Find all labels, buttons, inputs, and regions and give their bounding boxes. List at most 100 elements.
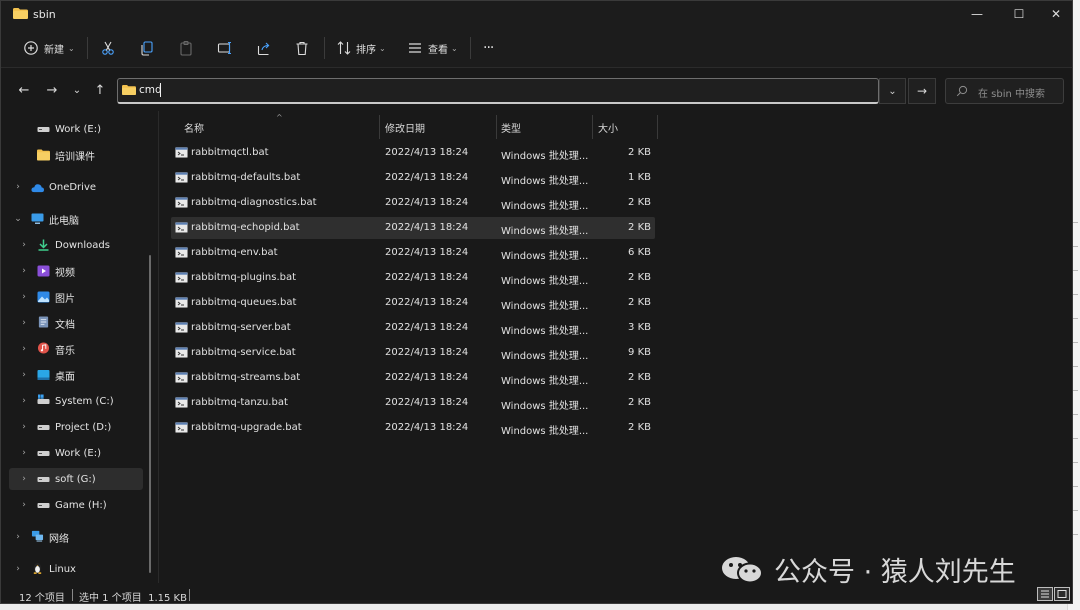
file-date: 2022/4/13 18:24 bbox=[385, 297, 469, 308]
file-type: Windows 批处理... bbox=[501, 251, 589, 262]
file-name: rabbitmq-diagnostics.bat bbox=[191, 197, 317, 208]
sidebar-item-documents[interactable]: › 文档 bbox=[9, 312, 143, 334]
file-name: rabbitmq-upgrade.bat bbox=[191, 422, 302, 433]
sidebar-item-this-pc[interactable]: ⌄ 此电脑 bbox=[9, 208, 143, 230]
sidebar-item-work-e-quick[interactable]: Work (E:) bbox=[9, 118, 143, 140]
sidebar-item-label: Work (E:) bbox=[55, 123, 101, 135]
sidebar-item-pictures[interactable]: › 图片 bbox=[9, 286, 143, 308]
chevron-right-icon[interactable]: › bbox=[19, 292, 29, 302]
column-divider[interactable] bbox=[657, 115, 658, 139]
minimize-button[interactable]: — bbox=[959, 1, 995, 27]
file-row[interactable]: rabbitmq-service.bat 2022/4/13 18:24 Windo… bbox=[171, 342, 655, 364]
view-button[interactable]: 查看 ⌄ bbox=[407, 35, 458, 61]
file-row[interactable]: rabbitmq-tanzu.bat 2022/4/13 18:24 Windows… bbox=[171, 392, 655, 414]
column-divider[interactable] bbox=[592, 115, 593, 139]
new-button[interactable]: 新建 ⌄ bbox=[23, 35, 75, 61]
chevron-right-icon[interactable]: › bbox=[19, 500, 29, 510]
up-button[interactable]: ↑ bbox=[91, 81, 109, 99]
sidebar-item-project-d[interactable]: › Project (D:) bbox=[9, 416, 143, 438]
cut-button[interactable] bbox=[100, 35, 116, 61]
column-header-type[interactable]: 类型 bbox=[501, 117, 521, 137]
file-row[interactable]: rabbitmq-streams.bat 2022/4/13 18:24 Windo… bbox=[171, 367, 655, 389]
share-button[interactable] bbox=[256, 35, 272, 61]
file-date: 2022/4/13 18:24 bbox=[385, 372, 469, 383]
sidebar-item-training-folder[interactable]: 培训课件 bbox=[9, 144, 143, 166]
chevron-right-icon[interactable]: › bbox=[19, 396, 29, 406]
details-view-button[interactable] bbox=[1037, 587, 1053, 601]
sidebar-item-network[interactable]: › 网络 bbox=[9, 526, 143, 548]
file-type: Windows 批处理... bbox=[501, 201, 589, 212]
delete-button[interactable] bbox=[294, 35, 310, 61]
chevron-right-icon[interactable]: › bbox=[19, 344, 29, 354]
sidebar-item-soft-g[interactable]: › soft (G:) bbox=[9, 468, 143, 490]
address-bar[interactable]: cmd bbox=[117, 78, 879, 104]
column-divider[interactable] bbox=[496, 115, 497, 139]
sidebar-item-downloads[interactable]: › Downloads bbox=[9, 234, 143, 256]
file-row[interactable]: rabbitmq-echopid.bat 2022/4/13 18:24 Windo… bbox=[171, 217, 655, 239]
column-header-date[interactable]: 修改日期 bbox=[385, 117, 425, 137]
file-date: 2022/4/13 18:24 bbox=[385, 397, 469, 408]
file-explorer-window: sbin — ☐ ✕ 新建 ⌄ 排序 ⌄ 查看 ⌄ ··· ← → ⌄ ↑ cm… bbox=[0, 0, 1073, 604]
sort-button[interactable]: 排序 ⌄ bbox=[336, 35, 386, 61]
chevron-right-icon[interactable]: › bbox=[19, 448, 29, 458]
chevron-right-icon[interactable]: › bbox=[19, 266, 29, 276]
more-options-button[interactable]: ··· bbox=[483, 35, 494, 61]
file-size: 2 KB bbox=[628, 397, 651, 408]
sidebar-item-work-e[interactable]: › Work (E:) bbox=[9, 442, 143, 464]
file-row[interactable]: rabbitmq-diagnostics.bat 2022/4/13 18:24 W… bbox=[171, 192, 655, 214]
file-size: 2 KB bbox=[628, 147, 651, 158]
file-name: rabbitmqctl.bat bbox=[191, 147, 269, 158]
sidebar-item-videos[interactable]: › 视频 bbox=[9, 260, 143, 282]
sidebar-item-onedrive[interactable]: › OneDrive bbox=[9, 176, 143, 198]
column-header-name[interactable]: 名称 bbox=[184, 117, 204, 137]
toolbar-divider bbox=[324, 37, 325, 59]
sidebar-item-system-c[interactable]: › System (C:) bbox=[9, 390, 143, 412]
sidebar-item-desktop[interactable]: › 桌面 bbox=[9, 364, 143, 386]
close-button[interactable]: ✕ bbox=[1038, 1, 1074, 27]
file-row[interactable]: rabbitmq-defaults.bat 2022/4/13 18:24 Wind… bbox=[171, 167, 655, 189]
file-type: Windows 批处理... bbox=[501, 351, 589, 362]
sidebar-item-music[interactable]: › 音乐 bbox=[9, 338, 143, 360]
chevron-down-icon[interactable]: ⌄ bbox=[13, 214, 23, 224]
drive-icon bbox=[37, 503, 50, 508]
file-row[interactable]: rabbitmq-queues.bat 2022/4/13 18:24 Window… bbox=[171, 292, 655, 314]
system-drive-icon bbox=[37, 394, 50, 404]
maximize-button[interactable]: ☐ bbox=[1001, 1, 1037, 27]
sidebar-item-label: Game (H:) bbox=[55, 499, 107, 511]
chevron-right-icon[interactable]: › bbox=[13, 182, 23, 192]
file-row[interactable]: rabbitmq-server.bat 2022/4/13 18:24 Window… bbox=[171, 317, 655, 339]
copy-button[interactable] bbox=[139, 35, 155, 61]
file-size: 2 KB bbox=[628, 197, 651, 208]
chevron-right-icon[interactable]: › bbox=[19, 240, 29, 250]
file-row[interactable]: rabbitmqctl.bat 2022/4/13 18:24 Windows 批处… bbox=[171, 142, 655, 164]
chevron-right-icon[interactable]: › bbox=[19, 474, 29, 484]
chevron-right-icon[interactable]: › bbox=[13, 532, 23, 542]
rename-button[interactable] bbox=[217, 35, 233, 61]
go-button[interactable]: → bbox=[908, 78, 936, 104]
sidebar-scrollbar[interactable] bbox=[149, 255, 151, 573]
tiles-view-button[interactable] bbox=[1054, 587, 1070, 601]
address-history-dropdown[interactable]: ⌄ bbox=[879, 78, 906, 104]
file-size: 3 KB bbox=[628, 322, 651, 333]
recent-locations-button[interactable]: ⌄ bbox=[68, 81, 86, 99]
command-bar: 新建 ⌄ 排序 ⌄ 查看 ⌄ ··· bbox=[1, 29, 1072, 68]
chevron-right-icon[interactable]: › bbox=[19, 318, 29, 328]
paste-button[interactable] bbox=[178, 35, 194, 61]
file-row[interactable]: rabbitmq-plugins.bat 2022/4/13 18:24 Windo… bbox=[171, 267, 655, 289]
drive-icon bbox=[37, 451, 50, 456]
column-divider[interactable] bbox=[379, 115, 380, 139]
chevron-right-icon[interactable]: › bbox=[19, 422, 29, 432]
chevron-right-icon[interactable]: › bbox=[19, 370, 29, 380]
chevron-right-icon[interactable]: › bbox=[13, 564, 23, 574]
chevron-down-icon: ⌄ bbox=[451, 43, 458, 53]
search-input[interactable]: 在 sbin 中搜索 bbox=[945, 78, 1064, 104]
file-row[interactable]: rabbitmq-upgrade.bat 2022/4/13 18:24 Windo… bbox=[171, 417, 655, 439]
sidebar-item-label: 图片 bbox=[55, 293, 75, 305]
file-name: rabbitmq-env.bat bbox=[191, 247, 278, 258]
forward-button[interactable]: → bbox=[43, 81, 61, 99]
column-header-size[interactable]: 大小 bbox=[598, 117, 618, 137]
back-button[interactable]: ← bbox=[15, 81, 33, 99]
sidebar-item-game-h[interactable]: › Game (H:) bbox=[9, 494, 143, 516]
file-row[interactable]: rabbitmq-env.bat 2022/4/13 18:24 Windows 批… bbox=[171, 242, 655, 264]
sidebar-item-linux[interactable]: › Linux bbox=[9, 558, 143, 580]
